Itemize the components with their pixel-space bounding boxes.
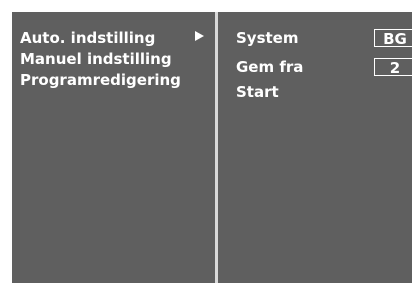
gem-fra-value: 2: [389, 59, 401, 77]
system-value: BG: [383, 30, 407, 48]
gem-fra-label: Gem fra: [236, 58, 304, 76]
menu-item-manuel-indstilling[interactable]: Manuel indstilling: [20, 50, 172, 68]
system-label: System: [236, 29, 299, 47]
menu-item-label: Auto. indstilling: [20, 29, 156, 47]
menu-item-label: Programredigering: [20, 71, 181, 89]
main-menu-panel: Auto. indstilling Manuel indstilling Pro…: [12, 12, 215, 283]
system-value-box[interactable]: BG: [374, 29, 412, 48]
submenu-panel: System BG Gem fra 2 Start: [218, 12, 412, 283]
triangle-right-icon: [195, 31, 204, 41]
osd-menu: Auto. indstilling Manuel indstilling Pro…: [12, 12, 412, 283]
menu-item-programredigering[interactable]: Programredigering: [20, 71, 181, 89]
menu-item-label: Manuel indstilling: [20, 50, 172, 68]
gem-fra-value-box[interactable]: 2: [374, 58, 412, 77]
menu-item-auto-indstilling[interactable]: Auto. indstilling: [20, 29, 155, 47]
start-option[interactable]: Start: [236, 83, 279, 101]
